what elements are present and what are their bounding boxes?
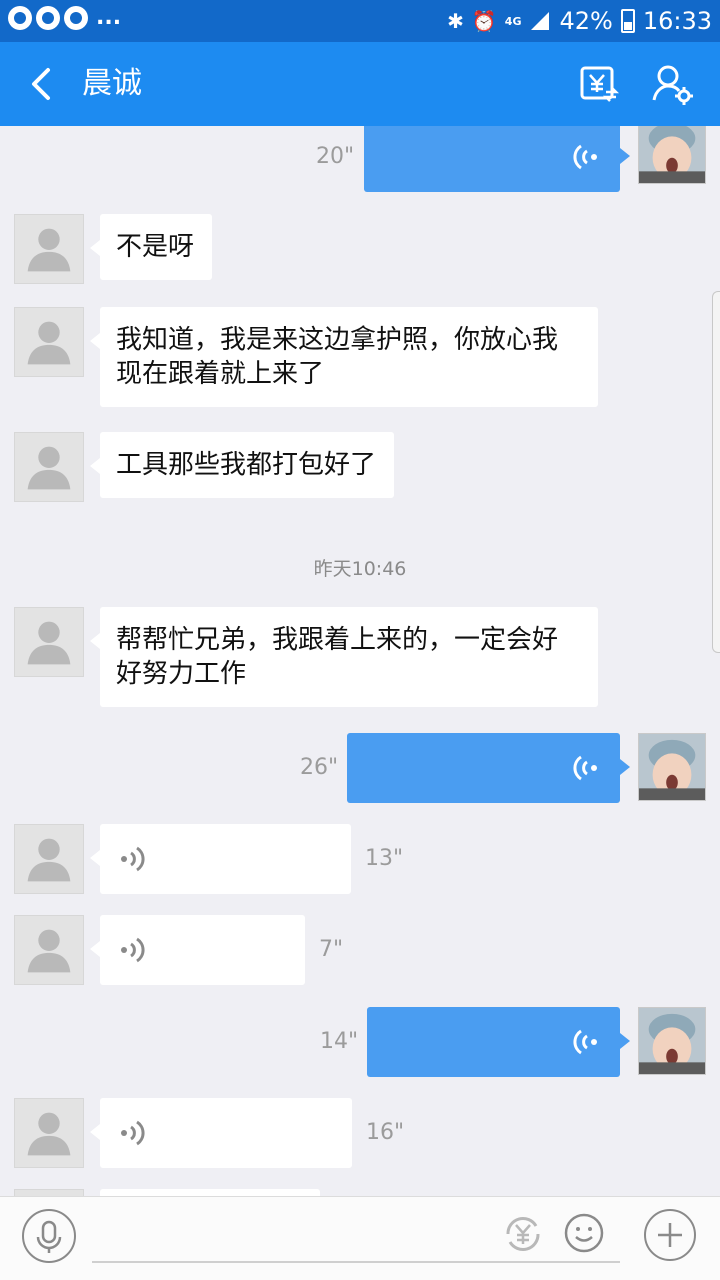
message-row-incoming: 7" xyxy=(0,915,720,985)
message-row-outgoing: 14" xyxy=(0,1007,720,1077)
voice-duration: 13" xyxy=(365,846,404,871)
voice-duration: 7" xyxy=(319,937,344,962)
voice-message-bubble[interactable] xyxy=(90,1098,352,1168)
emoji-icon[interactable] xyxy=(562,1211,606,1255)
voice-wave-icon xyxy=(121,1120,145,1146)
message-line: 现在跟着就上来了 xyxy=(116,359,325,389)
voice-message-bubble[interactable] xyxy=(347,733,630,803)
clock: 16:33 xyxy=(642,7,712,35)
voice-duration: 16" xyxy=(366,1120,405,1145)
message-row-incoming: 我知道，我是来这边拿护照，你放心我 现在跟着就上来了 xyxy=(0,307,720,411)
chat-title: 晨诚 xyxy=(82,66,142,101)
message-line: 帮帮忙兄弟，我跟着上来的，一定会好 xyxy=(116,625,559,655)
my-avatar[interactable] xyxy=(638,733,706,801)
qq-notification-icon xyxy=(8,6,32,30)
battery-icon xyxy=(620,9,635,33)
voice-wave-icon xyxy=(573,144,597,170)
my-avatar[interactable] xyxy=(638,126,706,184)
message-list[interactable]: 20" 不是呀 我知道，我是来这边拿护照，你放心我 现在跟着就上来了 工具那些我… xyxy=(0,126,720,1196)
timestamp: 昨天10:46 xyxy=(313,558,407,580)
profile-settings-icon[interactable] xyxy=(650,62,694,106)
my-avatar[interactable] xyxy=(638,1007,706,1075)
qq-notification-icon xyxy=(36,6,60,30)
voice-message-bubble[interactable] xyxy=(100,1189,320,1196)
message-row-incoming: 帮帮忙兄弟，我跟着上来的，一定会好 好努力工作 xyxy=(0,607,720,711)
contact-avatar[interactable] xyxy=(14,607,84,677)
message-row-incoming: 13" xyxy=(0,824,720,894)
message-row-incoming xyxy=(0,1189,720,1196)
voice-message-bubble[interactable] xyxy=(90,824,351,894)
voice-duration: 26" xyxy=(300,755,339,780)
voice-wave-icon xyxy=(573,755,597,781)
voice-wave-icon xyxy=(121,846,145,872)
contact-avatar[interactable] xyxy=(14,1189,84,1196)
battery-percent: 42% xyxy=(559,7,613,35)
message-row-outgoing: 20" xyxy=(0,126,720,194)
contact-avatar[interactable] xyxy=(14,824,84,894)
voice-wave-icon xyxy=(121,937,145,963)
qq-notification-icon xyxy=(64,6,88,30)
message-row-incoming: 工具那些我都打包好了 xyxy=(0,432,720,504)
contact-avatar[interactable] xyxy=(14,915,84,985)
contact-avatar[interactable] xyxy=(14,432,84,502)
plus-icon xyxy=(658,1223,682,1247)
voice-duration: 20" xyxy=(316,144,355,169)
status-icons: ✱ ⏰ 4G 42% 16:33 xyxy=(447,4,712,38)
voice-message-bubble[interactable] xyxy=(364,126,630,192)
more-options-button[interactable] xyxy=(644,1209,696,1261)
voice-duration: 14" xyxy=(320,1029,359,1054)
microphone-icon xyxy=(36,1220,62,1253)
scrollbar-thumb[interactable] xyxy=(712,291,720,653)
message-row-incoming: 不是呀 xyxy=(0,214,720,286)
bluetooth-icon: ✱ xyxy=(447,9,464,33)
message-row-outgoing: 26" xyxy=(0,733,720,803)
message-bubble[interactable]: 不是呀 xyxy=(89,214,213,280)
network-type: 4G xyxy=(504,14,522,28)
voice-input-button[interactable] xyxy=(22,1209,76,1263)
status-bar: ... ✱ ⏰ 4G 42% 16:33 xyxy=(0,0,720,42)
contact-avatar[interactable] xyxy=(14,214,84,284)
message-bubble[interactable]: 帮帮忙兄弟，我跟着上来的，一定会好 好努力工作 xyxy=(90,607,598,707)
contact-avatar[interactable] xyxy=(14,1098,84,1168)
alarm-icon: ⏰ xyxy=(471,9,497,33)
message-line: 好努力工作 xyxy=(116,659,247,689)
more-notifications: ... xyxy=(96,5,122,30)
input-bar xyxy=(0,1196,720,1280)
red-packet-yen-icon[interactable] xyxy=(500,1211,546,1257)
voice-message-bubble[interactable] xyxy=(90,915,305,985)
contact-avatar[interactable] xyxy=(14,307,84,377)
message-line: 我知道，我是来这边拿护照，你放心我 xyxy=(116,325,559,355)
message-row-incoming: 16" xyxy=(0,1098,720,1168)
voice-wave-icon xyxy=(573,1029,597,1055)
message-bubble[interactable]: 工具那些我都打包好了 xyxy=(89,432,395,498)
back-arrow-icon[interactable] xyxy=(20,62,64,106)
signal-icon xyxy=(531,12,550,30)
voice-message-bubble[interactable] xyxy=(367,1007,630,1077)
transfer-money-icon[interactable] xyxy=(576,62,620,106)
notification-icons: ... xyxy=(8,6,121,30)
chat-header: 晨诚 xyxy=(0,42,720,126)
message-bubble[interactable]: 我知道，我是来这边拿护照，你放心我 现在跟着就上来了 xyxy=(90,307,598,407)
